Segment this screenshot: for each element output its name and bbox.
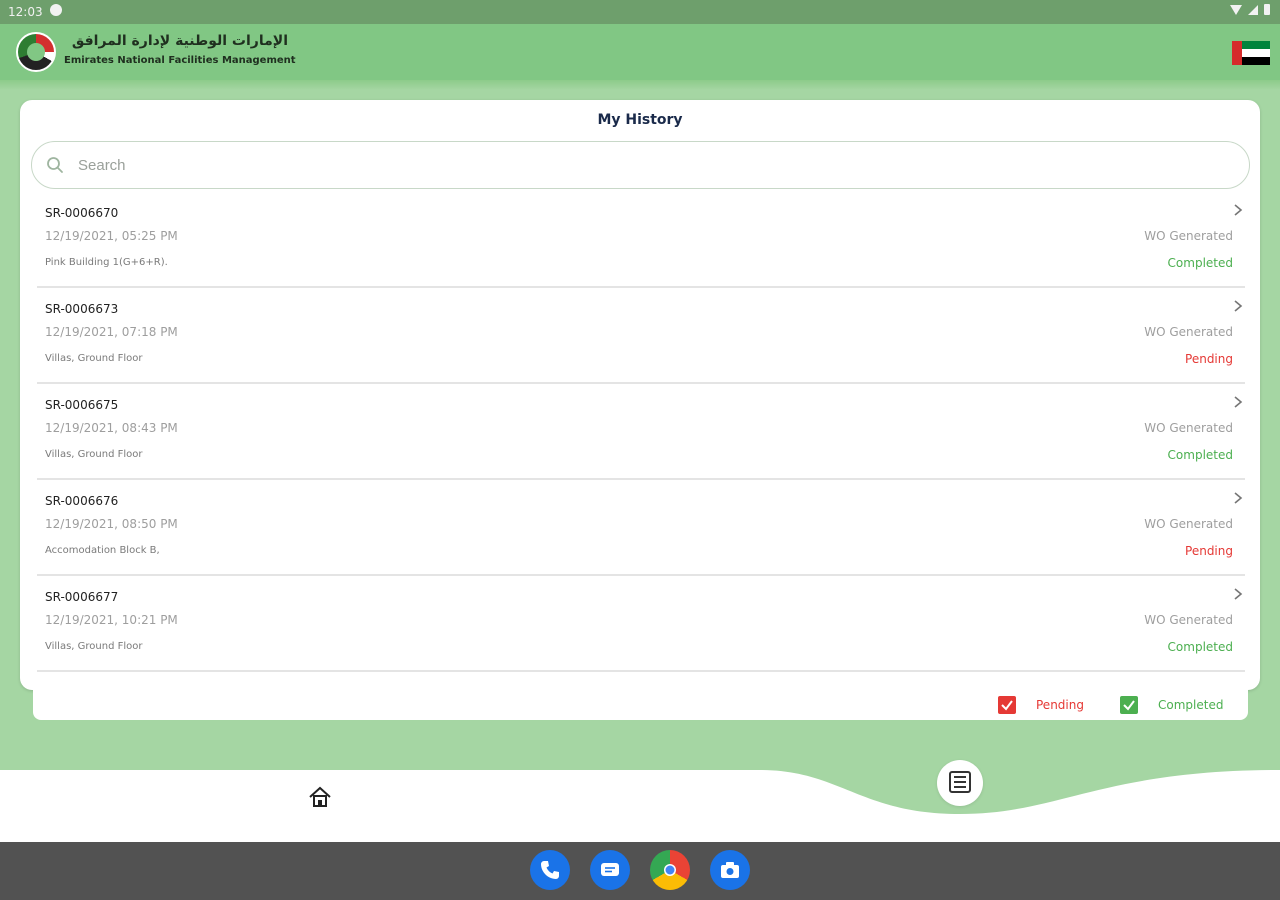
request-id: SR-0006673 — [45, 302, 119, 316]
legend-pending[interactable]: Pending — [998, 696, 1084, 714]
camera-app-button[interactable] — [710, 850, 750, 890]
request-location: Pink Building 1(G+6+R). — [45, 257, 168, 268]
completed-checkbox-icon[interactable] — [1120, 696, 1138, 714]
history-button[interactable] — [937, 760, 983, 806]
logo-arabic-text: الإمارات الوطنية لإدارة المرافق — [71, 33, 288, 49]
request-date: 12/19/2021, 07:18 PM — [45, 325, 178, 339]
uae-flag-icon — [1232, 41, 1270, 65]
camera-icon — [721, 862, 739, 878]
status-label: Completed — [1167, 256, 1233, 270]
home-button[interactable] — [306, 784, 334, 810]
page-title: My History — [597, 112, 683, 128]
legend-completed-label: Completed — [1158, 698, 1224, 712]
status-time: 12:03 — [8, 5, 43, 19]
request-location: Accomodation Block B, — [45, 545, 160, 556]
status-legend: Pending Completed — [33, 690, 1248, 720]
status-bar: 12:03 — [0, 0, 1280, 24]
status-label: Pending — [1185, 544, 1233, 558]
logo-english-text: Emirates National Facilities Management — [64, 55, 296, 66]
history-list-item[interactable]: SR-0006677 12/19/2021, 10:21 PM Villas, … — [37, 576, 1245, 672]
request-id: SR-0006677 — [45, 590, 119, 604]
wo-generated-label: WO Generated — [1144, 421, 1233, 435]
header-shadow-band — [0, 80, 1280, 90]
signal-icon — [1248, 4, 1258, 15]
legend-completed[interactable]: Completed — [1120, 696, 1223, 714]
request-date: 12/19/2021, 08:43 PM — [45, 421, 178, 435]
request-location: Villas, Ground Floor — [45, 641, 143, 652]
chevron-right-icon[interactable] — [1231, 298, 1245, 314]
status-label: Pending — [1185, 352, 1233, 366]
chevron-right-icon[interactable] — [1231, 586, 1245, 602]
messages-app-button[interactable] — [590, 850, 630, 890]
request-id: SR-0006676 — [45, 494, 119, 508]
search-icon — [47, 157, 63, 173]
battery-icon — [1264, 4, 1270, 15]
search-bar — [31, 141, 1250, 189]
messages-icon — [601, 863, 619, 876]
status-label: Completed — [1167, 640, 1233, 654]
phone-app-button[interactable] — [530, 850, 570, 890]
legend-pending-label: Pending — [1036, 698, 1084, 712]
status-icons — [1230, 4, 1270, 15]
request-id: SR-0006670 — [45, 206, 119, 220]
history-list-item[interactable]: SR-0006673 12/19/2021, 07:18 PM Villas, … — [37, 288, 1245, 384]
status-label: Completed — [1167, 448, 1233, 462]
search-input[interactable] — [78, 148, 1228, 182]
request-date: 12/19/2021, 05:25 PM — [45, 229, 178, 243]
history-list-item[interactable]: SR-0006676 12/19/2021, 08:50 PM Accomoda… — [37, 480, 1245, 576]
wo-generated-label: WO Generated — [1144, 325, 1233, 339]
chevron-right-icon[interactable] — [1231, 394, 1245, 410]
chevron-right-icon[interactable] — [1231, 490, 1245, 506]
wo-generated-label: WO Generated — [1144, 229, 1233, 243]
request-date: 12/19/2021, 10:21 PM — [45, 613, 178, 627]
history-list-icon — [949, 770, 971, 793]
wo-generated-label: WO Generated — [1144, 517, 1233, 531]
history-card: My History SR-0006670 12/19/2021, 05:25 … — [20, 100, 1260, 690]
company-logo-icon — [16, 32, 56, 72]
request-location: Villas, Ground Floor — [45, 449, 143, 460]
chevron-right-icon[interactable] — [1231, 202, 1245, 218]
wifi-icon — [1230, 4, 1242, 15]
phone-icon — [541, 861, 559, 879]
history-list-item[interactable]: SR-0006670 12/19/2021, 05:25 PM Pink Bui… — [37, 192, 1245, 288]
chrome-icon — [664, 864, 676, 876]
request-date: 12/19/2021, 08:50 PM — [45, 517, 178, 531]
system-taskbar — [0, 842, 1280, 900]
wo-generated-label: WO Generated — [1144, 613, 1233, 627]
request-location: Villas, Ground Floor — [45, 353, 143, 364]
notification-icon — [50, 4, 62, 16]
app-header: الإمارات الوطنية لإدارة المرافق Emirates… — [0, 24, 1280, 80]
home-icon — [309, 786, 331, 807]
nav-wave-shape — [0, 770, 1280, 814]
bottom-navigation — [0, 760, 1280, 842]
pending-checkbox-icon[interactable] — [998, 696, 1016, 714]
chrome-app-button[interactable] — [650, 850, 690, 890]
history-list-item[interactable]: SR-0006675 12/19/2021, 08:43 PM Villas, … — [37, 384, 1245, 480]
request-id: SR-0006675 — [45, 398, 119, 412]
